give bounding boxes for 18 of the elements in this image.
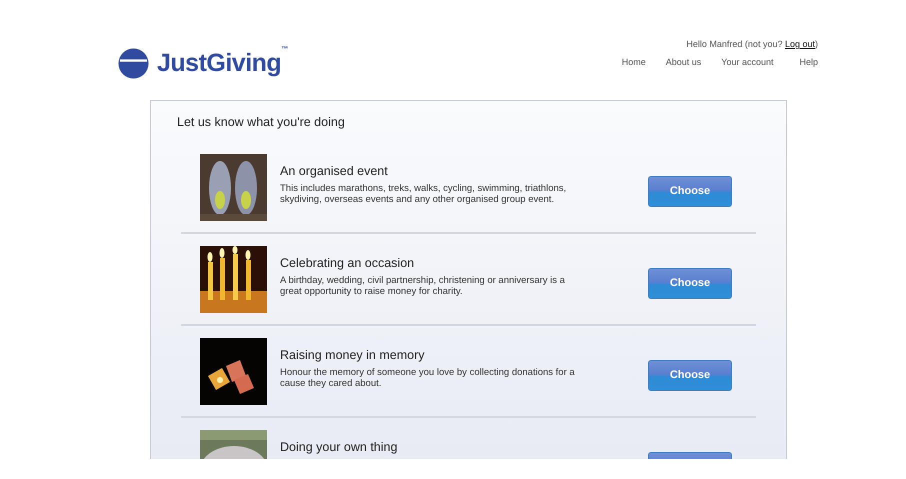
logout-link[interactable]: Log out (784, 39, 815, 49)
panel-heading: Let us know what you're doing (177, 114, 346, 131)
option-title: An organised event (280, 162, 389, 180)
nav-link[interactable]: About us (666, 56, 702, 69)
greeting-text: Hello Manfred (not you? Log out) (686, 38, 818, 51)
option-description: This includes marathons, treks, walks, cycling, swimming, triathlons, skydiving, overseas events and any other organised group event. (280, 182, 568, 206)
choose-button[interactable]: Choose (648, 268, 732, 299)
option-title: Celebrating an occasion (280, 254, 416, 272)
option-description: Honour the memory of someone you love by collecting donations for a cause they cared about. (280, 366, 576, 390)
nav-link[interactable]: Home (622, 56, 646, 69)
option-description: A birthday, wedding, civil partnership, christening or anniversary is a great opportunity to raise money for charity. (280, 274, 566, 298)
option-title: Raising money in memory (280, 346, 426, 364)
logo-icon (118, 48, 149, 79)
nav-link[interactable]: Your account (721, 56, 774, 69)
choose-button[interactable]: Choose (648, 176, 732, 207)
nav-link[interactable]: Help (799, 56, 818, 69)
option-title: Doing your own thing (280, 438, 398, 456)
choose-button[interactable]: Choose (648, 360, 732, 391)
